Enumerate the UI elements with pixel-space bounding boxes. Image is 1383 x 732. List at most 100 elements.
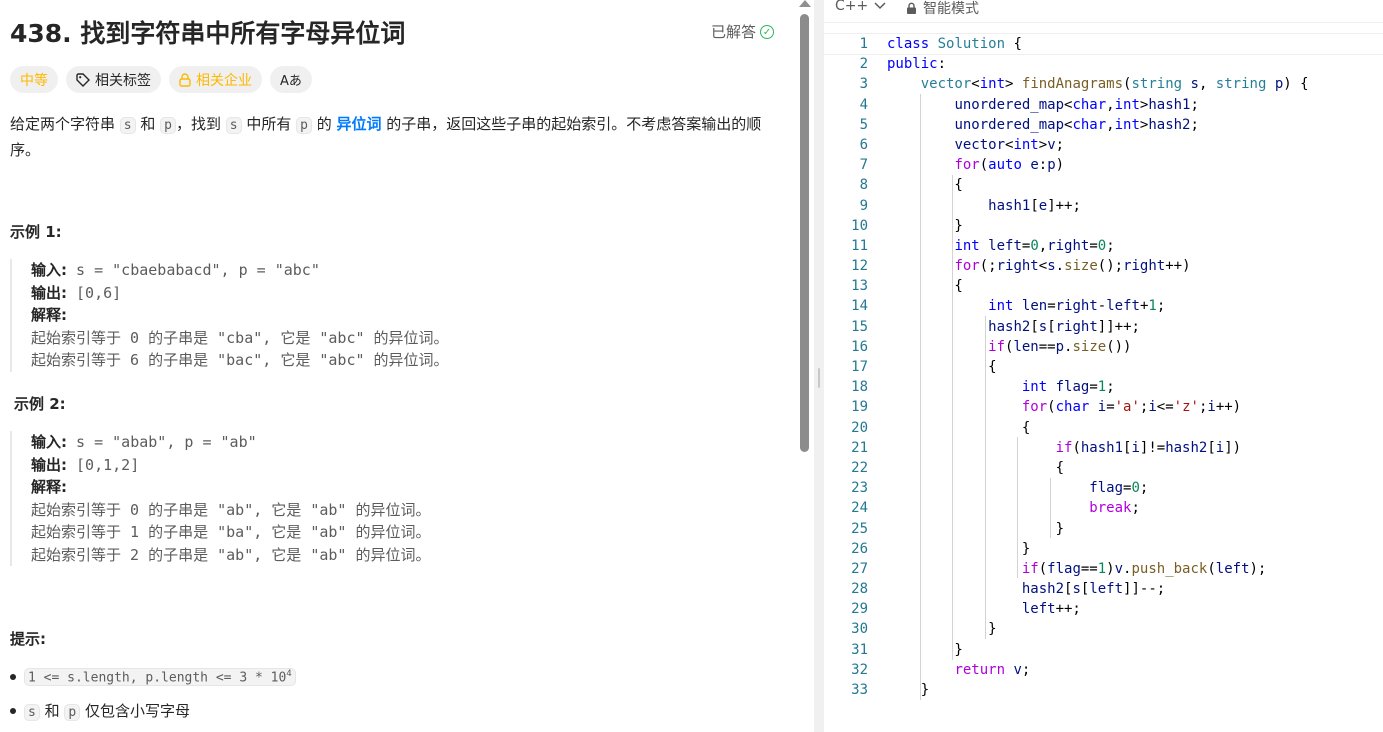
line-number: 29 [851, 601, 868, 618]
line-number: 21 [851, 439, 868, 456]
code-line[interactable]: 11 int left=0,right=0; [824, 236, 1383, 256]
example-2-title: 示例 2: [14, 395, 66, 413]
hints-list: 1 <= s.length, p.length <= 3 * 104 s 和 p… [10, 668, 296, 732]
line-number: 15 [851, 318, 868, 335]
difficulty-badge: 中等 [10, 66, 58, 93]
scroll-up-arrow-icon[interactable] [799, 0, 811, 7]
code-line[interactable]: 7 for(auto e:p) [824, 155, 1383, 175]
constraint-code: 1 <= s.length, p.length <= 3 * 104 [24, 668, 296, 687]
code-text: for(char i='a';i<='z';i++) [1021, 399, 1242, 416]
code-text: for(;right<s.size();right++) [954, 258, 1191, 275]
code-text: } [887, 641, 963, 658]
line-number: 25 [851, 520, 868, 537]
line-number: 33 [851, 682, 868, 698]
line-number: 30 [851, 621, 868, 638]
language-select[interactable]: C++ [835, 0, 886, 14]
code-line[interactable]: 19 for(char i='a';i<='z';i++) [824, 397, 1383, 417]
code-text: int flag=1; [1021, 379, 1115, 396]
code-line[interactable]: 24 break; [824, 498, 1383, 518]
line-number: 16 [851, 338, 868, 355]
code-line[interactable]: 6 vector<int>v; [824, 135, 1383, 155]
code-line[interactable]: 3 vector<int> findAnagrams(string s, str… [824, 74, 1383, 94]
inline-code-s: s [24, 704, 40, 722]
list-item: 1 <= s.length, p.length <= 3 * 104 [10, 668, 296, 687]
line-number: 31 [851, 641, 868, 658]
code-line[interactable]: 21 if(hash1[i]!=hash2[i]) [824, 438, 1383, 458]
code-line[interactable]: 4 unordered_map<char,int>hash1; [824, 95, 1383, 115]
input-label: 输入: [31, 261, 67, 279]
code-line[interactable]: 26 } [824, 539, 1383, 559]
code-line[interactable]: 16 if(len==p.size()) [824, 337, 1383, 357]
inline-code-s: s [225, 117, 242, 134]
related-companies-button[interactable]: 相关企业 [169, 66, 262, 93]
code-line[interactable]: 10 } [824, 216, 1383, 236]
code-line[interactable]: 29 left++; [824, 599, 1383, 619]
desc-text: 的 [311, 115, 337, 133]
desc-text: 和 [135, 115, 161, 133]
drag-handle-icon[interactable] [818, 368, 820, 388]
code-line[interactable]: 5 unordered_map<char,int>hash2; [824, 115, 1383, 135]
code-editor-panel[interactable]: C++ 智能模式 1 class Solution { 2 public: 3 ve… [823, 0, 1383, 732]
code-line[interactable]: 18 int flag=1; [824, 377, 1383, 397]
line-number: 28 [851, 581, 868, 598]
code-text: { [887, 419, 1031, 436]
code-line[interactable]: 12 for(;right<s.size();right++) [824, 256, 1383, 276]
explain-line: 起始索引等于 0 的子串是 "cba", 它是 "abc" 的异位词。 [31, 328, 449, 347]
line-number: 14 [851, 298, 868, 315]
code-text: hash2[s[right]]++; [988, 318, 1140, 335]
code-text: return v; [954, 661, 1031, 678]
code-text: class Solution { [887, 36, 1022, 52]
line-number: 6 [859, 136, 868, 153]
code-line[interactable]: 32 return v; [824, 660, 1383, 680]
editor-toolbar: C++ 智能模式 [824, 0, 1383, 23]
code-line[interactable]: 33 } [824, 680, 1383, 700]
code-line[interactable]: 25 } [824, 519, 1383, 539]
code-line[interactable]: 23 flag=0; [824, 478, 1383, 498]
code-line[interactable]: 28 hash2[s[left]]--; [824, 579, 1383, 599]
code-line[interactable]: 22 { [824, 458, 1383, 478]
explain-label: 解释: [31, 306, 67, 324]
code-line[interactable]: 15 hash2[s[right]]++; [824, 317, 1383, 337]
related-tags-button[interactable]: 相关标签 [66, 66, 161, 93]
problem-title[interactable]: 438. 找到字符串中所有字母异位词 [10, 14, 405, 50]
related-companies-label: 相关企业 [196, 72, 252, 89]
code-text: left++; [1021, 601, 1081, 618]
line-number: 1 [859, 36, 868, 52]
code-line[interactable]: 2 public: [824, 54, 1383, 74]
anagram-link[interactable]: 异位词 [337, 115, 382, 133]
line-number: 5 [859, 116, 868, 133]
line-number: 9 [859, 197, 868, 214]
code-text: vector<int>v; [954, 136, 1065, 153]
scrollbar-thumb[interactable] [800, 14, 809, 452]
lock-icon [179, 72, 191, 87]
line-number: 26 [851, 540, 868, 557]
description-scrollbar[interactable] [796, 0, 814, 732]
hints-title: 提示: [10, 630, 46, 648]
code-text: { [887, 177, 963, 194]
code-text: public: [887, 56, 947, 73]
code-line[interactable]: 1 class Solution { [823, 32, 1383, 56]
code-line[interactable]: 20 { [824, 418, 1383, 438]
code-line[interactable]: 14 int len=right-left+1; [824, 296, 1383, 316]
code-text: int len=right-left+1; [988, 298, 1166, 315]
code-line[interactable]: 13 { [824, 276, 1383, 296]
code-line[interactable]: 9 hash1[e]++; [824, 196, 1383, 216]
desc-text: ，找到 [175, 115, 226, 133]
code-text: } [887, 540, 1031, 557]
code-line[interactable]: 31 } [824, 640, 1383, 660]
smart-mode-toggle[interactable]: 智能模式 [906, 0, 979, 18]
tag-row: 中等 相关标签 相关企业 Aあ [10, 66, 312, 93]
code-line[interactable]: 27 if(flag==1)v.push_back(left); [824, 559, 1383, 579]
line-number: 19 [851, 399, 868, 416]
code-line[interactable]: 17 { [824, 357, 1383, 377]
code-line[interactable]: 8 { [824, 175, 1383, 195]
code-area[interactable]: 1 class Solution { 2 public: 3 vector<int>… [823, 32, 1383, 700]
explain-line: 起始索引等于 1 的子串是 "ba", 它是 "ab" 的异位词。 [31, 523, 431, 541]
code-line[interactable]: 30 } [824, 619, 1383, 639]
code-text: { [887, 359, 997, 375]
example-output: [0,6] [76, 283, 122, 302]
translate-button[interactable]: Aあ [270, 66, 312, 93]
line-number: 24 [851, 500, 868, 517]
difficulty-label: 中等 [20, 72, 48, 89]
panel-resize-handle[interactable] [814, 0, 824, 732]
